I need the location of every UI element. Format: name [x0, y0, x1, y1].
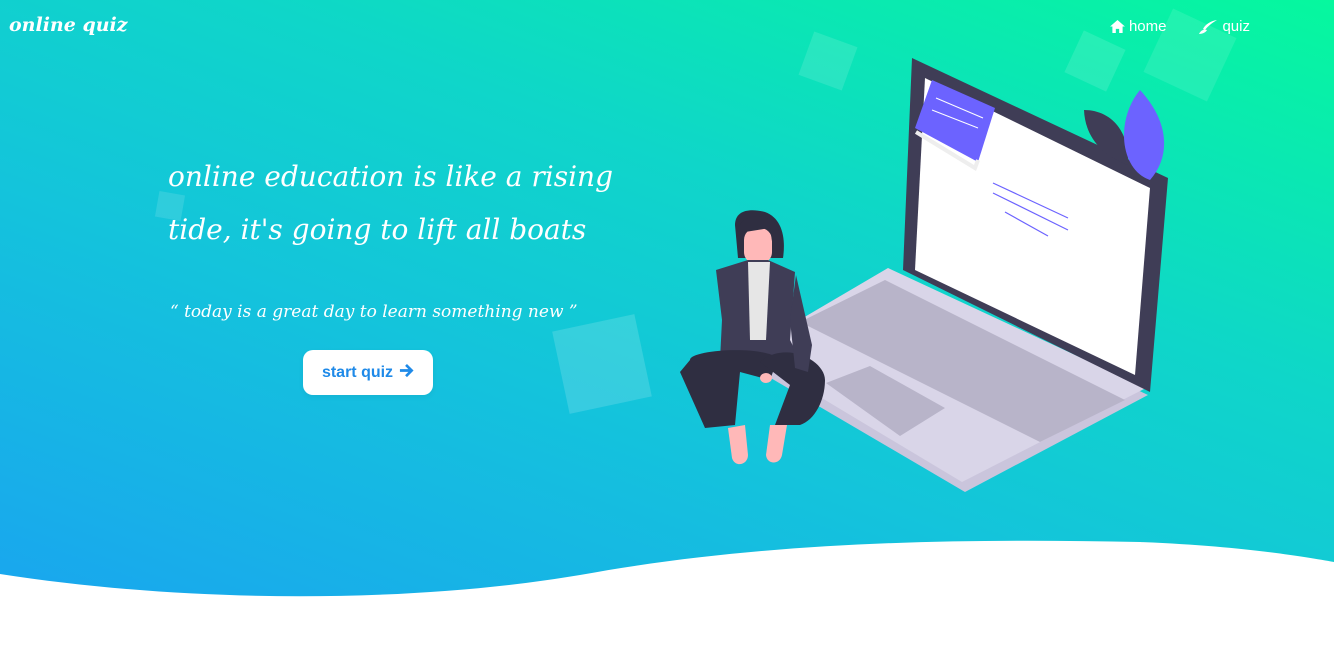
bottom-wave: [0, 540, 1334, 648]
hero-section: online quiz home quiz online education i…: [0, 0, 1334, 648]
